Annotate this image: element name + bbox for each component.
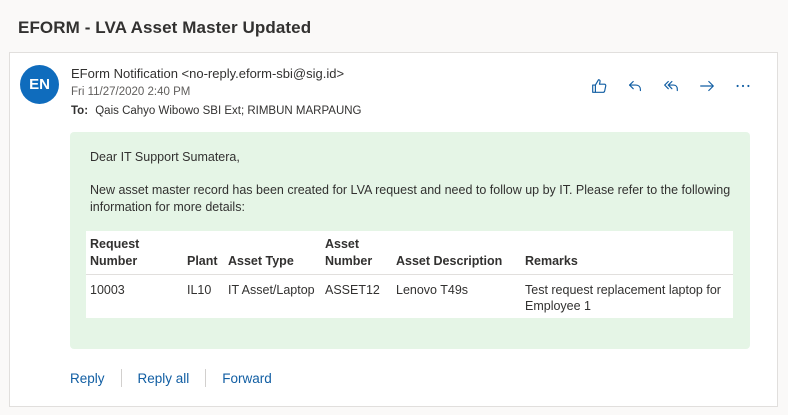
cell-plant: IL10 — [187, 283, 212, 297]
reply-all-icon — [664, 80, 678, 92]
footer-divider — [205, 369, 207, 387]
reply-all-button[interactable] — [653, 73, 689, 99]
reply-button[interactable] — [617, 73, 653, 99]
avatar[interactable]: EN — [20, 65, 59, 104]
forward-button[interactable] — [689, 73, 725, 99]
more-icon — [736, 84, 750, 88]
like-icon — [592, 79, 607, 93]
reply-footer: Reply Reply all Forward — [70, 369, 272, 387]
cell-asset-number: ASSET12 — [325, 283, 380, 297]
header-plant: Plant — [183, 231, 224, 275]
reply-icon — [629, 80, 641, 92]
cell-asset-description: Lenovo T49s — [396, 283, 469, 297]
table-header-row: Request Number Plant Asset Type Asset Nu… — [86, 231, 733, 275]
header-asset-type: Asset Type — [224, 231, 321, 275]
more-actions-button[interactable] — [725, 73, 761, 99]
cell-remarks: Test request replacement laptop for Empl… — [525, 283, 721, 313]
recipients[interactable]: Qais Cahyo Wibowo SBI Ext; RIMBUN MARPAU… — [95, 105, 361, 117]
body-paragraph: New asset master record has been created… — [90, 183, 731, 214]
header-asset-number: Asset Number — [321, 231, 392, 275]
sender-name[interactable]: EForm Notification <no-reply.eform-sbi@s… — [71, 66, 344, 81]
greeting: Dear IT Support Sumatera, — [90, 150, 240, 164]
message-actions — [581, 73, 761, 99]
message-card: EN EForm Notification <no-reply.eform-sb… — [9, 52, 778, 407]
footer-divider — [120, 369, 122, 387]
message-body: Dear IT Support Sumatera, New asset mast… — [70, 132, 750, 349]
header-remarks: Remarks — [521, 231, 733, 275]
forward-icon — [700, 80, 714, 92]
to-label: To: — [71, 105, 89, 117]
like-button[interactable] — [581, 73, 617, 99]
header-asset-description: Asset Description — [392, 231, 521, 275]
header-request-number: Request Number — [86, 231, 183, 275]
reply-link[interactable]: Reply — [70, 371, 105, 386]
table-row: 10003 IL10 IT Asset/Laptop ASSET12 Lenov… — [86, 275, 733, 319]
reply-all-link[interactable]: Reply all — [138, 371, 190, 386]
message-subject: EFORM - LVA Asset Master Updated — [18, 18, 312, 37]
cell-asset-type: IT Asset/Laptop — [228, 283, 315, 297]
message-date: Fri 11/27/2020 2:40 PM — [71, 86, 191, 98]
subject-bar: EFORM - LVA Asset Master Updated — [0, 0, 788, 56]
recipients-line: To: Qais Cahyo Wibowo SBI Ext; RIMBUN MA… — [71, 105, 362, 117]
cell-request-number: 10003 — [90, 283, 125, 297]
forward-link[interactable]: Forward — [222, 371, 272, 386]
asset-table: Request Number Plant Asset Type Asset Nu… — [86, 231, 733, 318]
